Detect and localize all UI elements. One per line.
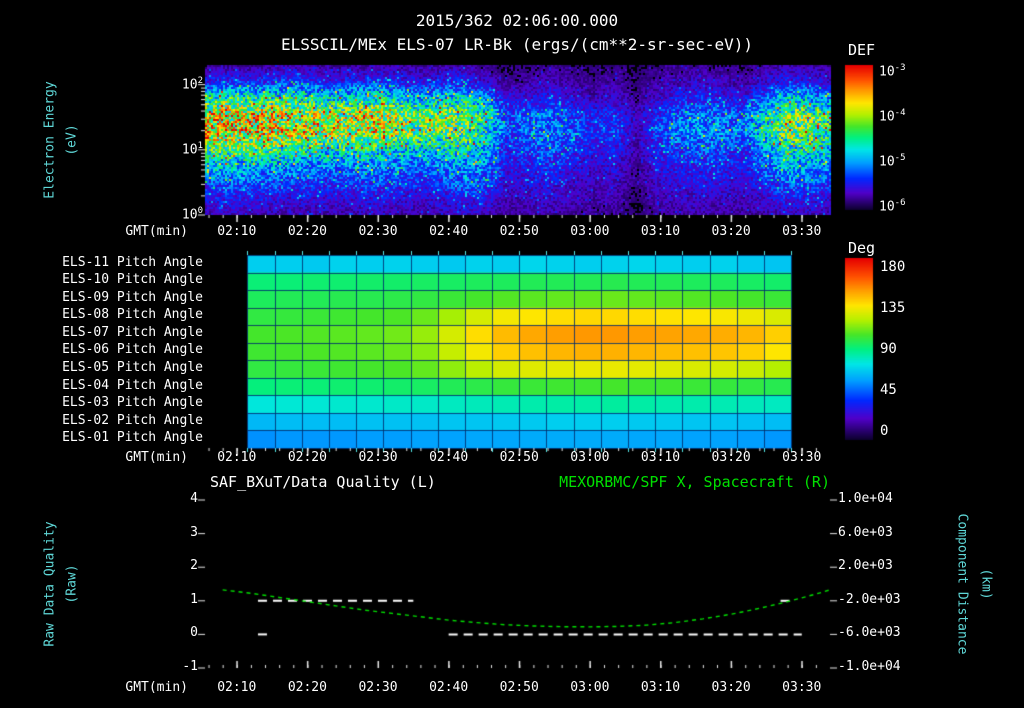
x-tick-label-top: 03:00	[570, 224, 610, 239]
x-tick-label-bottom: 03:00	[570, 680, 610, 695]
distance-tick-label: 1.0e+04	[838, 491, 893, 506]
energy-axis-label: Electron Energy	[42, 81, 58, 199]
x-tick-label-bottom: 02:10	[217, 680, 257, 695]
x-tick-label-bottom: 03:10	[640, 680, 681, 695]
deg-tick-label: 0	[880, 423, 889, 439]
distance-tick-label: -2.0e+03	[838, 591, 901, 607]
x-tick-label-middle: 02:30	[358, 450, 398, 465]
pitch-row-label: ELS-06 Pitch Angle	[62, 342, 203, 358]
deg-colorbar-title: Deg	[848, 239, 876, 257]
gmt-label-top: GMT(min)	[125, 224, 188, 239]
quality-tick-label: 2	[190, 558, 198, 574]
energy-tick-label: 101	[181, 140, 203, 158]
x-tick-label-bottom: 03:20	[711, 680, 751, 695]
component-distance-axis-unit: (km)	[978, 568, 994, 600]
spectrogram-title: ELSSCIL/MEx ELS-07 LR-Bk (ergs/(cm**2-sr…	[280, 35, 754, 54]
x-tick-label-bottom: 02:50	[499, 680, 539, 695]
energy-axis-unit: (eV)	[64, 124, 80, 156]
component-distance-axis-label: Component Distance	[954, 513, 970, 655]
pitch-row-label: ELS-07 Pitch Angle	[62, 324, 203, 340]
x-tick-label-top: 02:20	[287, 224, 327, 239]
x-tick-label-bottom: 02:40	[429, 680, 469, 695]
x-tick-label-top: 03:20	[711, 224, 751, 239]
distance-tick-label: -6.0e+03	[838, 625, 901, 641]
x-tick-label-middle: 03:10	[640, 450, 681, 465]
pitch-row-label: ELS-10 Pitch Angle	[62, 272, 203, 288]
distance-tick-label: -1.0e+04	[838, 659, 901, 674]
plot-screen: 2015/362 02:06:00.000 ELSSCIL/MEx ELS-07…	[0, 0, 1024, 708]
raw-quality-axis-label: Raw Data Quality	[42, 521, 58, 647]
timestamp-title: 2015/362 02:06:00.000	[415, 11, 619, 30]
pitch-row-label: ELS-02 Pitch Angle	[62, 412, 203, 428]
def-colorbar-title: DEF	[848, 41, 876, 59]
quality-tick-label: 3	[190, 524, 198, 540]
deg-tick-label: 180	[880, 259, 906, 275]
def-tick-label: 10-5	[879, 153, 906, 170]
quality-tick-label: 4	[190, 491, 198, 506]
energy-tick-label: 102	[181, 75, 203, 92]
quality-tick-label: -1	[182, 659, 198, 674]
def-tick-label: 10-6	[879, 198, 906, 215]
deg-tick-label: 45	[880, 382, 897, 398]
pitch-row-label: ELS-03 Pitch Angle	[62, 395, 203, 411]
deg-tick-label: 135	[880, 300, 906, 316]
x-tick-label-middle: 03:00	[570, 450, 610, 465]
def-tick-label: 10-3	[879, 63, 906, 80]
quality-tick-label: 0	[190, 625, 198, 641]
gmt-label-middle: GMT(min)	[125, 450, 188, 465]
x-tick-label-bottom: 03:30	[782, 680, 822, 695]
pitch-row-label: ELS-01 Pitch Angle	[62, 430, 203, 446]
x-tick-label-top: 02:50	[499, 224, 539, 239]
x-tick-label-middle: 02:50	[499, 450, 539, 465]
x-tick-label-top: 02:30	[358, 224, 398, 239]
x-tick-label-middle: 02:10	[217, 450, 257, 465]
distance-tick-label: 6.0e+03	[838, 524, 893, 540]
distance-tick-label: 2.0e+03	[838, 558, 893, 574]
def-tick-label: 10-4	[879, 108, 906, 125]
x-tick-label-middle: 03:20	[711, 450, 751, 465]
pitch-row-label: ELS-04 Pitch Angle	[62, 377, 203, 393]
x-tick-label-top: 03:30	[782, 224, 822, 239]
x-tick-label-top: 02:40	[429, 224, 469, 239]
raw-quality-axis-unit: (Raw)	[64, 564, 80, 604]
gmt-label-bottom: GMT(min)	[125, 680, 188, 695]
energy-tick-label: 100	[181, 206, 203, 223]
x-tick-label-top: 03:10	[640, 224, 681, 239]
x-tick-label-bottom: 02:30	[358, 680, 398, 695]
x-tick-label-bottom: 02:20	[287, 680, 327, 695]
pitch-row-label: ELS-09 Pitch Angle	[62, 289, 203, 305]
bottom-left-title: SAF_BXuT/Data Quality (L)	[210, 473, 436, 491]
pitch-row-label: ELS-05 Pitch Angle	[62, 360, 203, 376]
bottom-right-title: MEXORBMC/SPF X, Spacecraft (R)	[559, 473, 830, 491]
quality-tick-label: 1	[190, 591, 198, 607]
pitch-row-label: ELS-08 Pitch Angle	[62, 307, 203, 323]
x-tick-label-top: 02:10	[217, 224, 257, 239]
deg-tick-label: 90	[880, 341, 897, 357]
x-tick-label-middle: 03:30	[782, 450, 822, 465]
pitch-row-label: ELS-11 Pitch Angle	[62, 254, 203, 270]
x-tick-label-middle: 02:40	[429, 450, 469, 465]
x-tick-label-middle: 02:20	[287, 450, 327, 465]
